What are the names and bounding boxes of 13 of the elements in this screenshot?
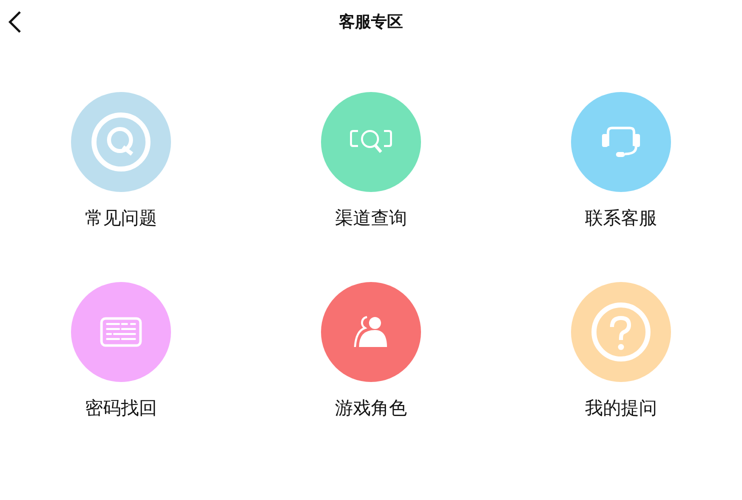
service-item[interactable]: 联系客服: [496, 92, 742, 230]
page-title: 客服专区: [339, 12, 403, 32]
scan-search-icon: [349, 129, 393, 155]
service-item[interactable]: 游戏角色: [246, 282, 496, 420]
q-circle-icon: [91, 112, 151, 172]
user-icon: [354, 316, 388, 348]
service-item[interactable]: 常见问题: [0, 92, 246, 230]
service-item[interactable]: 我的提问: [496, 282, 742, 420]
keyboard-icon: [100, 317, 142, 347]
service-item[interactable]: 渠道查询: [246, 92, 496, 230]
question-circle-icon: [591, 302, 651, 362]
headset-icon: [601, 126, 641, 158]
service-item[interactable]: 密码找回: [0, 282, 246, 420]
